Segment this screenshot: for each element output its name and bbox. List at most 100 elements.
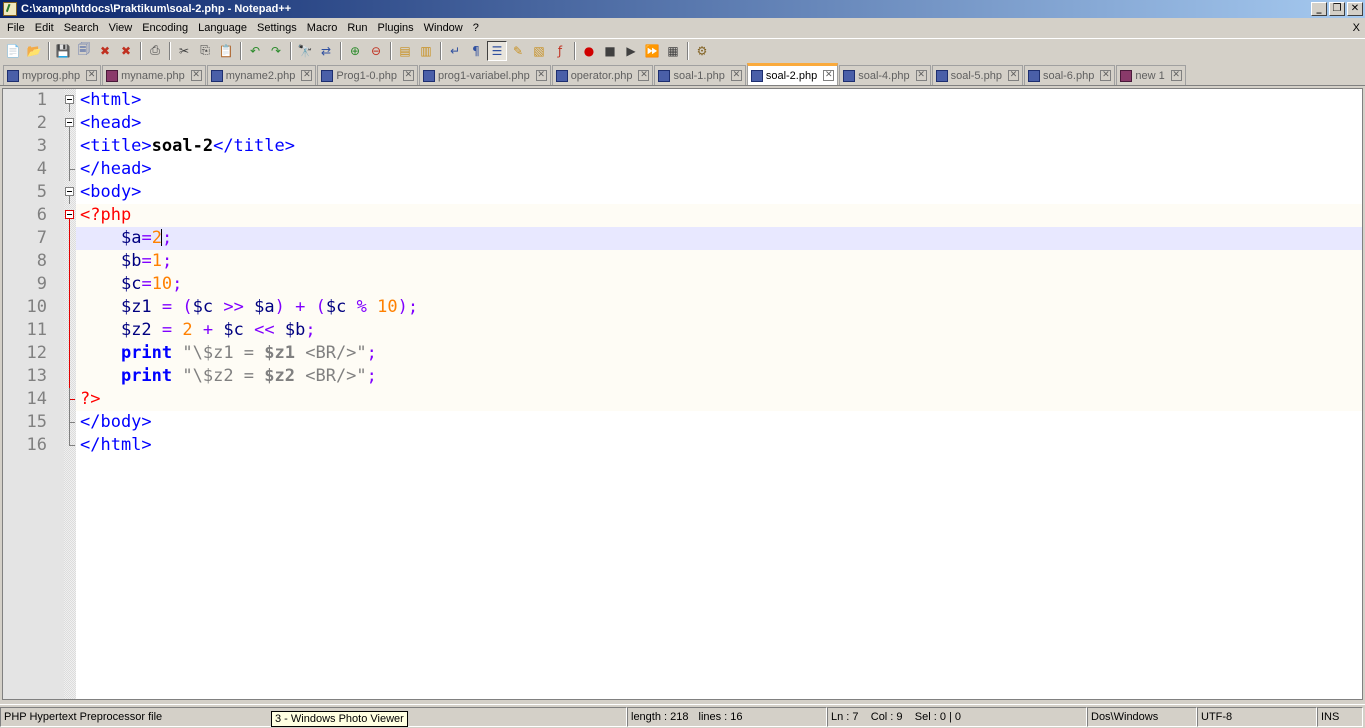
tab-close-icon[interactable]: ✕ [190,70,202,81]
replace-icon[interactable]: ⇄ [316,41,336,61]
tab-close-icon[interactable]: ✕ [1170,70,1182,81]
tab-soal-4-php[interactable]: soal-4.php ✕ [839,65,931,85]
close-button[interactable]: ✕ [1347,2,1363,16]
menu-edit[interactable]: Edit [30,18,59,38]
redo-icon[interactable]: ↷ [266,41,286,61]
code-editor[interactable]: 1 <html> 2 <head> 3 <title>soal-2</title> 4 </h… [2,88,1363,700]
tab-close-icon[interactable]: ✕ [730,70,742,81]
tab-close-icon[interactable]: ✕ [86,70,98,81]
menu-language[interactable]: Language [193,18,252,38]
tab-close-icon[interactable]: ✕ [823,70,835,81]
fold-marker[interactable] [65,273,75,296]
tab-soal-6-php[interactable]: soal-6.php ✕ [1023,65,1116,85]
tab-close-icon[interactable]: ✕ [1007,70,1019,81]
menu-view[interactable]: View [104,18,138,38]
open-file-icon[interactable]: 📂 [24,41,44,61]
fold-marker[interactable] [65,158,75,181]
copy-icon[interactable]: ⎘ [195,41,215,61]
zoom-in-icon[interactable]: ⊕ [345,41,365,61]
find-icon[interactable]: 🔭 [295,41,315,61]
tab-myprog-php[interactable]: myprog.php ✕ [3,65,102,85]
close-all-icon[interactable]: ✖ [116,41,136,61]
file-icon [7,69,19,82]
tab-close-icon[interactable]: ✕ [1100,70,1112,81]
fold-marker[interactable] [65,434,75,457]
restore-button[interactable]: ❐ [1329,2,1345,16]
fold-marker[interactable] [65,296,75,319]
save-icon[interactable]: 💾 [53,41,73,61]
zoom-out-icon[interactable]: ⊖ [366,41,386,61]
tab-new-1[interactable]: new 1 ✕ [1116,65,1186,85]
cut-icon[interactable]: ✂ [174,41,194,61]
word-wrap-icon[interactable]: ↵ [445,41,465,61]
fold-marker[interactable] [65,89,75,112]
tab-close-icon[interactable]: ✕ [402,70,414,81]
paste-icon[interactable]: 📋 [216,41,236,61]
tab-prog1-0-php[interactable]: Prog1-0.php ✕ [317,65,418,85]
fold-marker[interactable] [65,204,75,227]
fold-marker[interactable] [65,342,75,365]
sync-vertical-icon[interactable]: ▤ [395,41,415,61]
close-document-button[interactable]: X [1353,18,1360,38]
minimize-button[interactable]: _ [1311,2,1327,16]
close-file-icon[interactable]: ✖ [95,41,115,61]
fold-toggle-icon[interactable] [65,187,74,196]
fold-marker[interactable] [65,135,75,158]
tab-myname-php[interactable]: myname.php ✕ [102,65,206,85]
function-list-icon[interactable]: ƒ [550,41,570,61]
code-token: 1 [151,251,162,271]
tab-soal-2-php[interactable]: soal-2.php ✕ [746,63,839,85]
notepad-app-icon [3,2,17,16]
tab-operator-php[interactable]: operator.php ✕ [551,65,654,85]
menu-encoding[interactable]: Encoding [137,18,193,38]
run-icon[interactable]: ⚙ [692,41,712,61]
user-language-icon[interactable]: ✎ [508,41,528,61]
menu-window[interactable]: Window [419,18,468,38]
play-multiple-icon[interactable]: ⏩ [642,41,662,61]
fold-toggle-icon[interactable] [65,118,74,127]
menu-help[interactable]: ? [468,18,484,38]
fold-marker[interactable] [65,411,75,434]
tab-close-icon[interactable]: ✕ [535,70,547,81]
fold-toggle-icon[interactable] [65,210,74,219]
menu-file[interactable]: File [2,18,30,38]
fold-marker[interactable] [65,319,75,342]
undo-icon[interactable]: ↶ [245,41,265,61]
code-text: ?> [80,388,100,411]
record-macro-icon[interactable]: ● [579,41,599,61]
new-file-icon[interactable]: 📄 [3,41,23,61]
line-number: 2 [36,113,47,133]
tab-label: Prog1-0.php [336,69,397,82]
fold-toggle-icon[interactable] [65,95,74,104]
fold-marker[interactable] [65,112,75,135]
line-number: 10 [26,297,47,317]
menu-macro[interactable]: Macro [302,18,343,38]
menu-settings[interactable]: Settings [252,18,302,38]
indent-guide-icon[interactable]: ☰ [487,40,507,61]
play-macro-icon[interactable]: ▶ [621,41,641,61]
tab-close-icon[interactable]: ✕ [638,70,650,81]
tab-close-icon[interactable]: ✕ [915,70,927,81]
tab-soal-5-php[interactable]: soal-5.php ✕ [931,65,1023,85]
stop-macro-icon[interactable]: ■ [600,41,620,61]
fold-marker[interactable] [65,365,75,388]
tab-soal-1-php[interactable]: soal-1.php ✕ [654,65,746,85]
print-icon[interactable]: ⎙ [145,41,165,61]
save-all-icon[interactable]: 🗐 [74,41,94,61]
fold-marker[interactable] [65,388,75,411]
file-icon [321,69,334,82]
tab-prog1-variabel-php[interactable]: prog1-variabel.php ✕ [418,65,551,85]
tab-close-icon[interactable]: ✕ [301,70,313,81]
menu-plugins[interactable]: Plugins [373,18,419,38]
menu-run[interactable]: Run [342,18,372,38]
doc-map-icon[interactable]: ▧ [529,41,549,61]
show-all-chars-icon[interactable]: ¶ [466,41,486,61]
save-macro-icon[interactable]: ▦ [663,41,683,61]
tab-label: soal-2.php [765,69,818,82]
fold-marker[interactable] [65,181,75,204]
tab-myname2-php[interactable]: myname2.php ✕ [206,65,317,85]
fold-marker[interactable] [65,227,75,250]
menu-search[interactable]: Search [59,18,104,38]
sync-horizontal-icon[interactable]: ▥ [416,41,436,61]
fold-marker[interactable] [65,250,75,273]
